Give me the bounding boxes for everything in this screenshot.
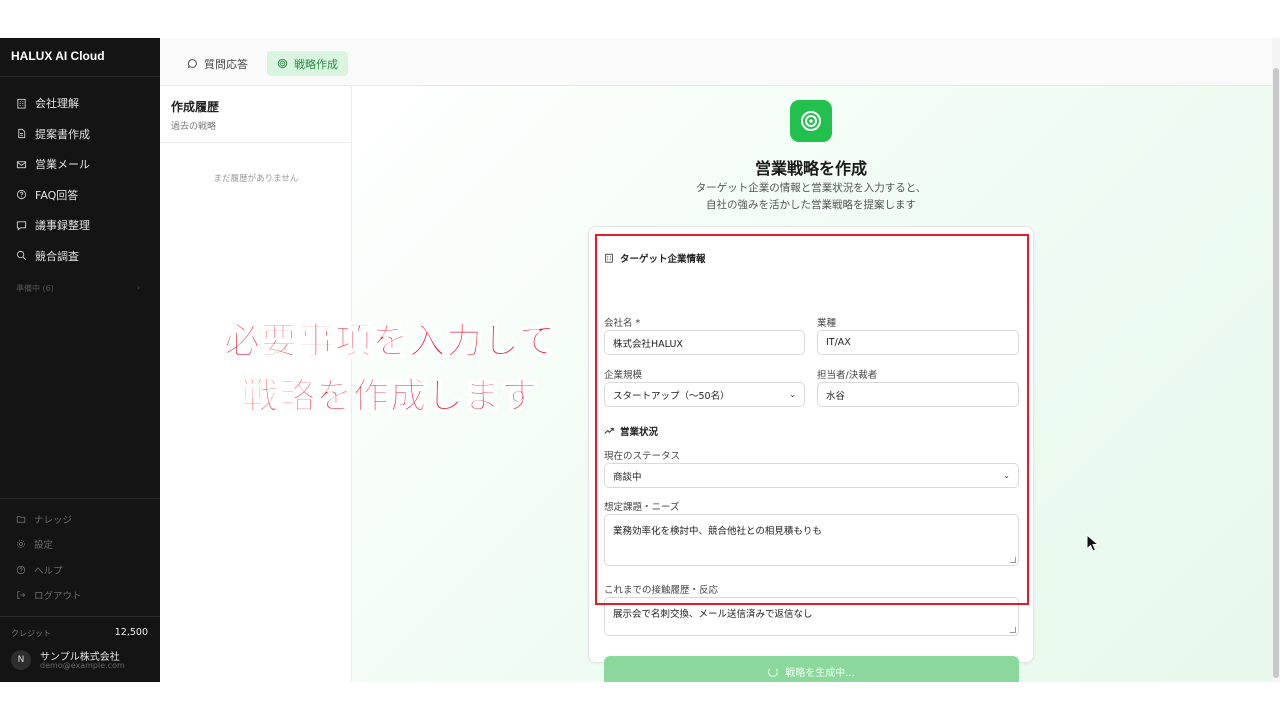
tab-strategy[interactable]: 戦略作成 xyxy=(267,51,348,76)
tab-label: 戦略作成 xyxy=(294,57,338,71)
sidebar-item-faq[interactable]: FAQ回答 xyxy=(0,180,160,211)
credit-value: 12,500 xyxy=(114,627,148,638)
sidebar-bottom-nav: ナレッジ 設定 ヘルプ ログアウト xyxy=(0,506,160,608)
chevron-right-icon[interactable]: › xyxy=(137,283,140,292)
divider xyxy=(0,616,160,617)
spinner-icon xyxy=(768,666,779,677)
sidebar-item-competitor[interactable]: 競合調査 xyxy=(0,241,160,272)
sidebar-item-company[interactable]: 会社理解 xyxy=(0,88,160,119)
history-panel: 作成履歴 過去の戦略 まだ履歴がありません xyxy=(160,86,352,682)
building-icon xyxy=(16,98,27,109)
sidebar-item-proposal[interactable]: 提案書作成 xyxy=(0,119,160,150)
sidebar-item-label: 営業メール xyxy=(35,158,90,172)
page-description: ターゲット企業の情報と営業状況を入力すると、 xyxy=(695,182,927,194)
sidebar-item-label: 競合調査 xyxy=(35,249,79,263)
page-description: 自社の強みを活かした営業戦略を提案します xyxy=(706,199,916,211)
sidebar-item-label: 議事録整理 xyxy=(35,219,90,233)
logout-icon xyxy=(16,590,26,600)
folder-icon xyxy=(16,514,26,524)
sidebar-item-label: ヘルプ xyxy=(34,565,63,577)
sidebar-item-help[interactable]: ヘルプ xyxy=(0,557,160,583)
avatar[interactable]: N xyxy=(11,650,31,670)
sidebar-item-sales-mail[interactable]: 営業メール xyxy=(0,149,160,180)
sidebar: HALUX AI Cloud 会社理解 提案書作成 営業メール FAQ回答 議事… xyxy=(0,38,160,682)
sidebar-item-logout[interactable]: ログアウト xyxy=(0,583,160,609)
scrollbar[interactable] xyxy=(1272,38,1280,682)
divider xyxy=(0,498,160,499)
sidebar-item-label: ログアウト xyxy=(34,591,82,603)
app-window: HALUX AI Cloud 会社理解 提案書作成 営業メール FAQ回答 議事… xyxy=(0,38,1280,687)
tab-qa[interactable]: 質問応答 xyxy=(177,51,258,76)
sidebar-item-label: ナレッジ xyxy=(34,514,73,526)
tab-bar: 質問応答 戦略作成 xyxy=(160,38,1272,86)
history-empty-message: まだ履歴がありません xyxy=(213,174,299,184)
sidebar-item-knowledge[interactable]: ナレッジ xyxy=(0,506,160,532)
sidebar-item-label: 設定 xyxy=(34,540,54,552)
scrollbar-thumb[interactable] xyxy=(1273,68,1279,678)
sidebar-nav: 会社理解 提案書作成 営業メール FAQ回答 議事録整理 競合調査 xyxy=(0,88,160,271)
org-email: demo@example.com xyxy=(40,661,125,670)
search-icon xyxy=(16,250,27,261)
history-title: 作成履歴 xyxy=(171,100,220,114)
mail-icon xyxy=(16,159,27,170)
chat-icon xyxy=(187,58,198,69)
divider xyxy=(160,142,352,143)
tab-label: 質問応答 xyxy=(204,57,248,71)
credit-label: クレジット xyxy=(11,629,51,638)
sidebar-item-label: 会社理解 xyxy=(35,97,79,111)
gear-icon xyxy=(16,539,26,549)
sidebar-item-label: 提案書作成 xyxy=(35,127,90,141)
bottom-margin xyxy=(0,682,1280,720)
button-label: 戦略を生成中... xyxy=(785,668,855,679)
target-icon xyxy=(790,100,832,142)
chat-icon xyxy=(16,220,27,231)
page-title: 営業戦略を作成 xyxy=(754,159,867,178)
sidebar-item-minutes[interactable]: 議事録整理 xyxy=(0,210,160,241)
mouse-cursor-icon xyxy=(1086,534,1100,552)
help-icon xyxy=(16,565,26,575)
divider xyxy=(0,76,160,77)
resize-handle[interactable] xyxy=(1010,627,1016,633)
top-margin xyxy=(0,0,1280,38)
main-content: 営業戦略を作成 ターゲット企業の情報と営業状況を入力すると、 自社の強みを活かし… xyxy=(352,86,1272,687)
sidebar-item-label: FAQ回答 xyxy=(35,188,79,202)
target-icon xyxy=(277,58,288,69)
history-subtitle: 過去の戦略 xyxy=(171,122,217,132)
sidebar-item-settings[interactable]: 設定 xyxy=(0,532,160,558)
brand-title: HALUX AI Cloud xyxy=(11,49,105,63)
preparing-label[interactable]: 準備中 (6) xyxy=(16,283,54,294)
document-icon xyxy=(16,128,27,139)
textarea-value: 展示会で名刺交換、メール送信済みで返信なし xyxy=(613,609,813,620)
help-icon xyxy=(16,189,27,200)
highlight-box xyxy=(595,234,1029,605)
